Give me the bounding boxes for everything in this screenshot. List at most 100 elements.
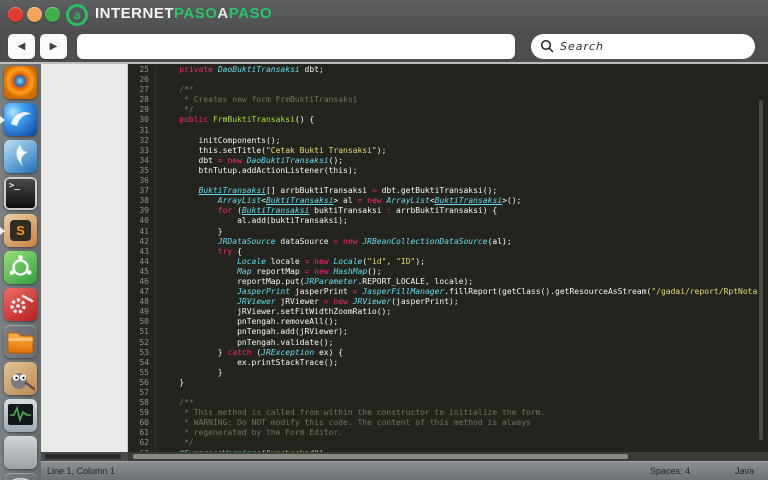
internetpasoapaso-logo-icon: a — [63, 1, 91, 29]
code-editor-viewport[interactable]: 25 private DaoBuktiTransaksi dbt; 26 27 /*… — [128, 64, 768, 452]
brand-text: INTERNET — [95, 5, 174, 22]
code-line: 48 JRViewer jRViewer = new JRViewer(jasp… — [128, 297, 768, 308]
code-line: 25 private DaoBuktiTransaksi dbt; — [128, 65, 768, 76]
code-text: public FrmBuktiTransaksi() { — [179, 115, 315, 125]
code-line: 49 jRViewer.setFitWidthZoomRatio(); — [128, 307, 768, 318]
code-line: 43 try { — [128, 246, 768, 257]
close-button[interactable] — [8, 7, 23, 22]
maximize-button[interactable] — [45, 7, 60, 22]
code-text: try { — [217, 246, 242, 256]
code-line: 29 */ — [128, 105, 768, 116]
file-manager-icon[interactable] — [4, 325, 37, 358]
search-input[interactable]: Search — [531, 34, 755, 59]
title-bar: a INTERNETPASOAPASO — [0, 0, 768, 30]
brand-text: A — [217, 5, 229, 22]
code-line: 47 JasperPrint jasperPrint = JasperFillM… — [128, 287, 768, 298]
editor-sidebar-panel[interactable] — [41, 64, 128, 452]
line-number: 38 — [128, 196, 156, 207]
search-icon — [540, 39, 554, 53]
code-text: Map reportMap = new HashMap(); — [237, 266, 382, 276]
code-line: 33 this.setTitle("Cetak Bukti Transaksi"… — [128, 145, 768, 156]
trash-icon[interactable] — [4, 473, 37, 480]
screenshot-tool-icon[interactable] — [4, 436, 37, 469]
code-line: 58 /** — [128, 398, 768, 409]
system-settings-icon[interactable] — [4, 288, 37, 321]
code-text: pnTengah.add(jRViewer); — [160, 327, 348, 337]
status-bar: Line 1, Column 1 Spaces: 4 Java — [41, 461, 768, 480]
thunderbird-icon[interactable] — [4, 103, 37, 136]
forward-button[interactable]: ▶ — [40, 34, 67, 59]
line-number: 45 — [128, 266, 156, 277]
dock-running-indicator — [0, 227, 5, 235]
bird-app-icon[interactable] — [4, 140, 37, 173]
code-text: } — [160, 367, 223, 377]
code-text: } catch (JRException ex) { — [160, 347, 344, 357]
line-number: 40 — [128, 216, 156, 227]
editor-hscrollbar[interactable] — [128, 452, 768, 461]
gimp-icon[interactable] — [4, 362, 37, 395]
line-number: 33 — [128, 145, 156, 156]
sidebar-hscrollbar-thumb[interactable] — [45, 454, 121, 459]
code-line: 50 pnTengah.removeAll(); — [128, 317, 768, 328]
code-line: 62 */ — [128, 438, 768, 449]
code-line: 52 pnTengah.validate(); — [128, 337, 768, 348]
line-number: 26 — [128, 75, 156, 86]
code-text: /** — [160, 398, 194, 408]
software-center-icon[interactable] — [4, 251, 37, 284]
line-number: 51 — [128, 327, 156, 338]
line-number: 30 — [128, 115, 156, 126]
code-line: 37 BuktiTransaksi[] arrbBuktiTransaksi =… — [128, 186, 768, 197]
code-text: BuktiTransaksi[] arrbBuktiTransaksi = db… — [198, 186, 498, 196]
code-line: 57 — [128, 388, 768, 399]
line-number: 35 — [128, 165, 156, 177]
code-text: } — [160, 226, 223, 236]
code-text: * regenerated by the Form Editor. — [160, 428, 344, 438]
code-line: 59 * This method is called from within t… — [128, 408, 768, 419]
line-number: 27 — [128, 85, 156, 96]
code-text: ArrayList<BuktiTransaksi> al = new Array… — [217, 196, 522, 206]
sidebar-hscrollbar[interactable] — [41, 452, 128, 461]
minimize-button[interactable] — [26, 7, 42, 22]
line-number: 28 — [128, 95, 156, 106]
back-button[interactable]: ◀ — [8, 34, 35, 59]
editor-hscrollbar-thumb[interactable] — [133, 454, 628, 459]
line-number: 60 — [128, 418, 156, 429]
code-line: 26 — [128, 75, 768, 86]
line-number: 55 — [128, 367, 156, 378]
sublime-text-icon[interactable]: S — [4, 214, 37, 247]
code-line: 31 — [128, 125, 768, 136]
forward-arrow-icon: ▶ — [49, 41, 58, 52]
code-text: pnTengah.validate(); — [160, 337, 334, 347]
firefox-icon[interactable] — [4, 66, 37, 99]
line-number: 56 — [128, 377, 156, 388]
line-number: 32 — [128, 135, 156, 146]
editor-vscrollbar-thumb[interactable] — [759, 100, 763, 440]
line-number: 48 — [128, 297, 156, 308]
cursor-position-status: Line 1, Column 1 — [47, 466, 116, 476]
line-number: 42 — [128, 236, 156, 247]
address-bar-input[interactable] — [77, 34, 515, 59]
code-text: dbt = new DaoBuktiTransaksi(); — [160, 155, 344, 165]
code-line: 28 * Creates new form FrmBuktiTransaksi — [128, 95, 768, 106]
code-line: 41 } — [128, 226, 768, 237]
system-monitor-icon[interactable] — [4, 399, 37, 432]
code-line: 56 } — [128, 377, 768, 388]
line-number: 61 — [128, 428, 156, 439]
code-text: reportMap.put(JRParameter.REPORT_LOCALE,… — [160, 276, 474, 286]
terminal-icon[interactable]: >_ — [4, 177, 37, 210]
code-line: 60 * WARNING: Do NOT modify this code. T… — [128, 418, 768, 429]
code-line: 34 dbt = new DaoBuktiTransaksi(); — [128, 155, 768, 166]
code-text: } — [160, 377, 185, 387]
code-line: 44 Locale locale = new Locale("id", "ID"… — [128, 256, 768, 267]
browser-toolbar: ◀ ▶ Search — [0, 30, 768, 64]
language-mode-status[interactable]: Java — [735, 466, 754, 476]
line-number: 52 — [128, 337, 156, 348]
code-line: 51 pnTengah.add(jRViewer); — [128, 327, 768, 338]
code-line: 32 initComponents(); — [128, 135, 768, 146]
line-number: 46 — [128, 276, 156, 288]
indentation-status[interactable]: Spaces: 4 — [650, 466, 690, 476]
code-line: 54 ex.printStackTrace(); — [128, 357, 768, 368]
brand-text: PASO — [228, 5, 273, 22]
